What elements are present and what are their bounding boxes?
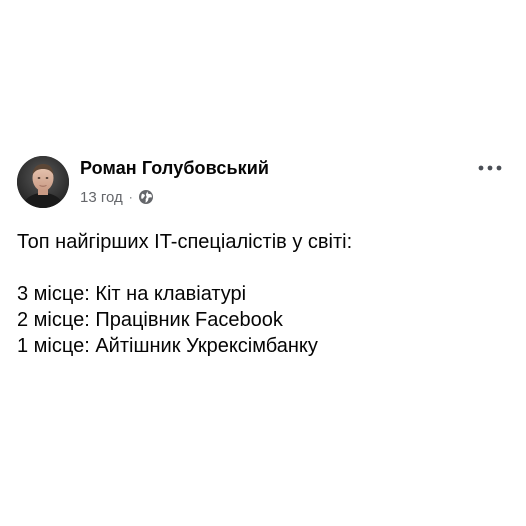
post-timestamp[interactable]: 13 год <box>80 189 123 206</box>
post-text: Топ найгірших IT-спеціалістів у світі: 3… <box>17 229 517 359</box>
post-meta: 13 год · <box>80 187 154 207</box>
globe-icon[interactable] <box>138 189 154 205</box>
author-avatar[interactable] <box>17 156 69 208</box>
facebook-post: Роман Голубовський 13 год · Топ найгірши… <box>0 0 526 526</box>
author-name[interactable]: Роман Голубовський <box>80 158 269 179</box>
more-horizontal-icon[interactable] <box>476 158 504 178</box>
meta-separator: · <box>128 190 133 204</box>
post-line-second-place: 2 місце: Працівник Facebook <box>17 309 283 331</box>
post-heading-line: Топ найгірших IT-спеціалістів у світі: <box>17 231 353 253</box>
paragraph-break <box>17 255 517 281</box>
post-line-first-place: 1 місце: Айтішник Укрексімбанку <box>17 335 318 357</box>
post-line-third-place: 3 місце: Кіт на клавіатурі <box>17 283 247 305</box>
profile-photo <box>17 156 69 208</box>
